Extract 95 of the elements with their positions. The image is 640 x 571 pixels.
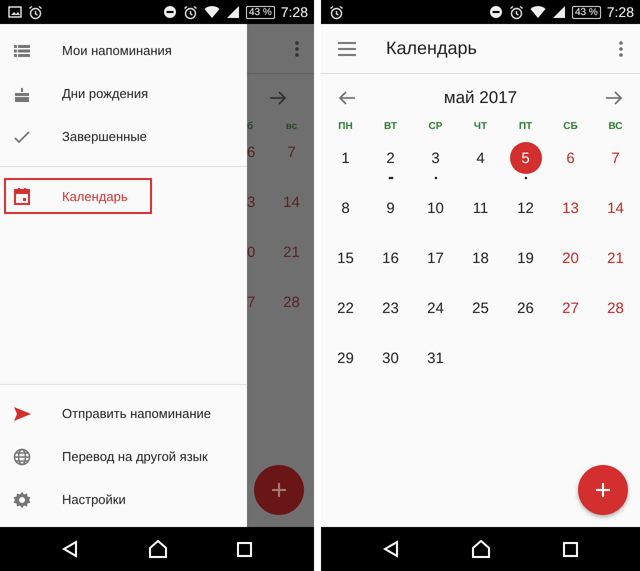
calendar-day[interactable]: 22 xyxy=(330,292,362,324)
weekday-label: ЧТ xyxy=(474,120,488,132)
calendar-day: 28 xyxy=(283,294,300,311)
calendar-day: 14 xyxy=(283,194,300,211)
home-icon[interactable] xyxy=(471,540,491,558)
alarm-clock-icon xyxy=(182,4,198,20)
home-icon[interactable] xyxy=(148,540,168,558)
calendar-day[interactable]: 30 xyxy=(374,342,406,374)
calendar-day[interactable]: 29 xyxy=(330,342,362,374)
calendar-day: 3 xyxy=(247,194,256,211)
calendar-day[interactable]: 1 xyxy=(330,142,362,174)
calendar-day[interactable]: 19 xyxy=(510,242,542,274)
plus-icon xyxy=(272,483,286,497)
wifi-icon xyxy=(204,4,220,20)
weekday-label: ВС xyxy=(608,120,623,132)
battery-indicator: 43 % xyxy=(246,6,275,18)
globe-icon xyxy=(13,448,31,466)
calendar-day[interactable]: 10 xyxy=(420,192,452,224)
recents-icon[interactable] xyxy=(563,542,578,556)
drawer-item[interactable]: Дни рождения xyxy=(0,72,247,115)
calendar-day[interactable]: 31 xyxy=(420,342,452,374)
calendar-day[interactable]: 7 xyxy=(600,142,632,174)
do-not-disturb-icon xyxy=(488,5,503,19)
calendar-day[interactable]: 27 xyxy=(554,292,586,324)
calendar-day[interactable]: 8 xyxy=(330,192,362,224)
drawer-item[interactable]: Календарь xyxy=(4,178,152,214)
arrow-left-icon[interactable] xyxy=(338,89,356,107)
add-button[interactable] xyxy=(254,465,304,515)
battery-indicator: 43 % xyxy=(572,6,601,18)
calendar-day[interactable]: 9 xyxy=(374,192,406,224)
event-dots: •• xyxy=(388,174,393,182)
drawer-item[interactable]: Отправить напоминание xyxy=(0,392,247,435)
weekday-label: СБ xyxy=(563,120,578,132)
calendar-day[interactable]: 20 xyxy=(554,242,586,274)
weekday-label: СР xyxy=(428,120,442,132)
calendar-day[interactable]: 13 xyxy=(554,192,586,224)
more-icon[interactable] xyxy=(295,40,299,56)
signal-icon xyxy=(552,5,566,19)
weekday-label: ПТ xyxy=(518,120,532,132)
more-icon[interactable] xyxy=(619,40,623,56)
alarm-clock-icon xyxy=(28,4,43,20)
arrow-right-icon[interactable] xyxy=(269,89,287,107)
recents-icon[interactable] xyxy=(237,542,252,556)
calendar-day[interactable]: 23 xyxy=(374,292,406,324)
drawer-item[interactable]: Завершенные xyxy=(0,115,247,158)
weekday-label: ВТ xyxy=(384,120,397,132)
calendar-icon xyxy=(13,187,31,205)
wifi-icon xyxy=(530,4,546,20)
back-icon[interactable] xyxy=(383,540,399,558)
back-icon[interactable] xyxy=(62,540,78,558)
weekday-label: вс xyxy=(286,120,298,132)
calendar-day: 7 xyxy=(287,144,296,161)
calendar-day: 21 xyxy=(283,244,300,261)
calendar-day: 0 xyxy=(247,244,256,261)
month-title: май 2017 xyxy=(444,88,518,108)
drawer-item[interactable]: Настройки xyxy=(0,478,247,521)
send-icon xyxy=(13,404,31,422)
calendar-day[interactable]: 3 xyxy=(420,142,452,174)
calendar-day[interactable]: 16 xyxy=(374,242,406,274)
calendar-day[interactable]: 17 xyxy=(420,242,452,274)
screen-title: Календарь xyxy=(386,38,477,59)
drawer-item[interactable]: Мои напоминания xyxy=(0,29,247,72)
calendar-day[interactable]: 25 xyxy=(464,292,496,324)
image-icon xyxy=(8,5,22,19)
clock-time: 7:28 xyxy=(606,4,634,20)
event-dots: • xyxy=(434,174,437,182)
do-not-disturb-icon xyxy=(162,5,177,19)
calendar-day[interactable]: 4 xyxy=(464,142,496,174)
weekday-label: б xyxy=(247,120,254,132)
weekday-label: ПН xyxy=(338,120,353,132)
add-button[interactable] xyxy=(578,465,628,515)
calendar-day[interactable]: 12 xyxy=(510,192,542,224)
calendar-day[interactable]: 28 xyxy=(600,292,632,324)
calendar-day: 7 xyxy=(247,294,256,311)
calendar-day[interactable]: 11 xyxy=(464,192,496,224)
arrow-right-icon[interactable] xyxy=(605,89,623,107)
calendar-day[interactable]: 6 xyxy=(554,142,586,174)
calendar-day[interactable]: 21 xyxy=(600,242,632,274)
calendar-day[interactable]: 2 xyxy=(374,142,406,174)
calendar-day[interactable]: 15 xyxy=(330,242,362,274)
calendar-day[interactable]: 5 xyxy=(510,142,542,174)
plus-icon xyxy=(596,483,610,497)
drawer-item[interactable]: Перевод на другой язык xyxy=(0,435,247,478)
alarm-clock-icon xyxy=(508,4,524,20)
calendar-day[interactable]: 14 xyxy=(600,192,632,224)
event-dots: • xyxy=(524,174,527,182)
calendar-day[interactable]: 18 xyxy=(464,242,496,274)
gear-icon xyxy=(13,490,31,508)
calendar-day[interactable]: 26 xyxy=(510,292,542,324)
calendar-day[interactable]: 24 xyxy=(420,292,452,324)
alarm-clock-icon xyxy=(329,4,344,20)
signal-icon xyxy=(226,5,240,19)
calendar-day: 6 xyxy=(247,144,256,161)
menu-icon[interactable] xyxy=(338,42,356,56)
clock-time: 7:28 xyxy=(280,4,308,20)
